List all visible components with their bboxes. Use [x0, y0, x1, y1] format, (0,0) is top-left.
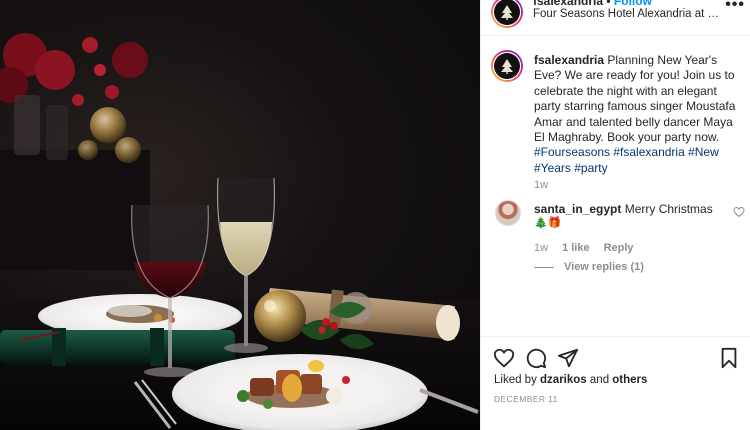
- comment-emoji: 🎄🎁: [534, 217, 562, 229]
- caption-hashtags[interactable]: #Fourseasons #fsalexandria #New #Years #…: [534, 145, 719, 174]
- share-icon[interactable]: [557, 347, 579, 374]
- follow-button[interactable]: Follow: [614, 0, 652, 8]
- photo-illustration: [0, 33, 480, 430]
- tree-logo-icon: [501, 59, 513, 74]
- comment-username[interactable]: santa_in_egypt: [534, 202, 621, 216]
- comment: santa_in_egypt Merry Christmas 🎄🎁 1w 1 li…: [491, 199, 747, 279]
- comment-text: santa_in_egypt Merry Christmas: [534, 202, 724, 216]
- location-link[interactable]: Four Seasons Hotel Alexandria at San Ste…: [533, 8, 721, 20]
- post-date[interactable]: DECEMBER 11: [494, 394, 558, 404]
- reply-button[interactable]: Reply: [604, 242, 634, 254]
- post-actions: Liked by dzarikos and others DECEMBER 11: [481, 336, 750, 430]
- post-header: fsalexandria • Follow Four Seasons Hotel…: [481, 0, 750, 36]
- replies-divider: [534, 266, 554, 268]
- caption-avatar[interactable]: [491, 50, 523, 82]
- post-sidebar: fsalexandria • Follow Four Seasons Hotel…: [480, 0, 750, 430]
- liked-by-others[interactable]: others: [612, 374, 647, 386]
- commenter-avatar[interactable]: [495, 200, 521, 226]
- liked-by-user[interactable]: dzarikos: [540, 374, 587, 386]
- liked-by: Liked by dzarikos and others: [494, 374, 647, 386]
- comment-meta: 1w 1 like Reply: [534, 242, 648, 254]
- comment-body: Merry Christmas: [621, 202, 713, 216]
- tree-logo-icon: [501, 5, 513, 20]
- caption-username[interactable]: fsalexandria: [534, 53, 604, 67]
- header-username[interactable]: fsalexandria: [533, 0, 603, 8]
- bookmark-icon[interactable]: [719, 347, 739, 374]
- view-replies-button[interactable]: View replies (1): [534, 261, 644, 273]
- caption-text: fsalexandria Planning New Year's Eve? We…: [534, 53, 746, 176]
- more-options-icon[interactable]: •••: [725, 0, 745, 14]
- caption-timestamp[interactable]: 1w: [534, 179, 548, 191]
- comment-like-icon[interactable]: [733, 205, 745, 223]
- comment-icon[interactable]: [525, 347, 547, 374]
- post-photo[interactable]: [0, 0, 480, 430]
- view-replies-label: View replies (1): [564, 261, 644, 273]
- profile-avatar[interactable]: [491, 0, 523, 28]
- header-separator: •: [603, 0, 614, 8]
- comment-likes[interactable]: 1 like: [562, 242, 590, 254]
- header-username-line: fsalexandria • Follow: [533, 0, 652, 8]
- comment-timestamp[interactable]: 1w: [534, 242, 548, 254]
- liked-by-prefix: Liked by: [494, 374, 541, 386]
- heart-icon[interactable]: [493, 347, 515, 374]
- liked-by-middle: and: [586, 374, 613, 386]
